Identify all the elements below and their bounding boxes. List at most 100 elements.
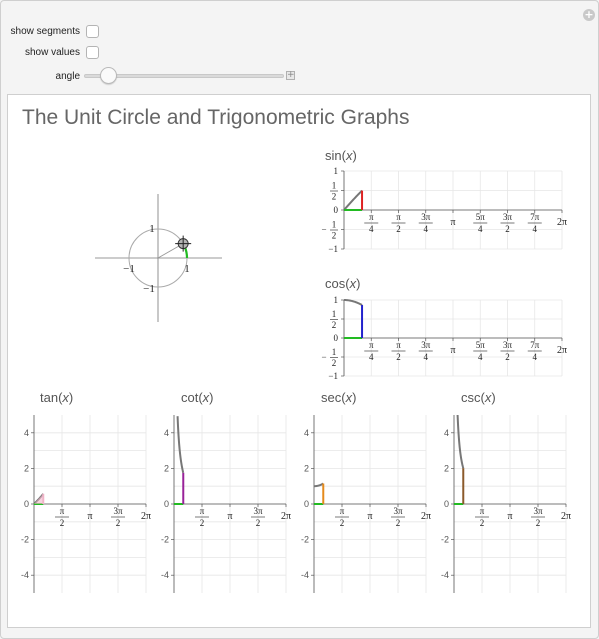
cos-title: cos(x) bbox=[325, 276, 360, 291]
xtick-label-den-2: 2 bbox=[116, 518, 121, 528]
xtick-label-num-1: π bbox=[396, 212, 401, 222]
xtick-label-num-5: 3π bbox=[503, 340, 513, 350]
ytick-label-4: −1 bbox=[328, 371, 338, 381]
title-fn: sec( bbox=[321, 390, 346, 405]
cot-plot: cot(x)420-2-4π2π 3π22π bbox=[161, 390, 291, 593]
xtick-label-den-4: 4 bbox=[478, 224, 483, 234]
xtick-label-num-2: 3π bbox=[533, 506, 543, 516]
xtick-label-den-6: 4 bbox=[532, 224, 537, 234]
xtick-label-num-2: 3π bbox=[113, 506, 123, 516]
title-fn: sin( bbox=[325, 148, 347, 163]
xtick-label-den-0: 2 bbox=[340, 518, 345, 528]
xtick-label-den-4: 4 bbox=[478, 352, 483, 362]
xtick-label-1: π bbox=[87, 511, 92, 522]
ytick-label-den-1: 2 bbox=[332, 320, 337, 330]
xtick-label-7: 2π bbox=[557, 345, 567, 356]
ytick-label-num-1: 1 bbox=[332, 309, 337, 319]
ytick-label-1: 2 bbox=[24, 463, 29, 473]
tick-label-pos-y: 1 bbox=[149, 223, 155, 235]
xtick-label-num-2: 3π bbox=[421, 212, 431, 222]
xtick-label-1: π bbox=[227, 511, 232, 522]
xtick-label-den-2: 4 bbox=[423, 224, 428, 234]
cos-curve bbox=[344, 299, 363, 306]
xtick-label-num-5: 3π bbox=[503, 212, 513, 222]
ytick-label-0: 4 bbox=[444, 428, 449, 438]
xtick-label-num-0: π bbox=[369, 340, 374, 350]
xtick-label-den-2: 2 bbox=[396, 518, 401, 528]
ytick-label-2: 0 bbox=[334, 205, 339, 215]
ytick-label-num-3: 1 bbox=[332, 220, 337, 230]
sin-plot: sin(x)112012−−1π4π23π4π 5π43π27π42π bbox=[321, 148, 567, 254]
ytick-label-0: 1 bbox=[334, 295, 339, 305]
ytick-label-den-3: 2 bbox=[332, 358, 337, 368]
tick-label-pos-x: 1 bbox=[184, 263, 190, 275]
csc-curve bbox=[456, 414, 465, 469]
xtick-label-num-1: π bbox=[396, 340, 401, 350]
ytick-label-num-3: 1 bbox=[332, 347, 337, 357]
ytick-label-3: -2 bbox=[301, 535, 309, 545]
xtick-label-den-0: 2 bbox=[480, 518, 485, 528]
cos-plot: cos(x)112012−−1π4π23π4π 5π43π27π42π bbox=[321, 276, 567, 381]
ytick-label-2: 0 bbox=[24, 499, 29, 509]
xtick-label-num-4: 5π bbox=[476, 212, 486, 222]
title-fn: tan( bbox=[40, 390, 63, 405]
title-close: ) bbox=[69, 390, 73, 405]
ytick-label-0: 1 bbox=[334, 166, 339, 176]
xtick-label-1: π bbox=[507, 511, 512, 522]
tan-title: tan(x) bbox=[40, 390, 73, 405]
sec-title: sec(x) bbox=[321, 390, 356, 405]
xtick-label-num-0: π bbox=[369, 212, 374, 222]
xtick-label-num-0: π bbox=[200, 506, 205, 516]
csc-plot: csc(x)420-2-4π2π 3π22π bbox=[441, 390, 571, 593]
cot-curve bbox=[176, 416, 185, 474]
ytick-label-2: 0 bbox=[444, 499, 449, 509]
ytick-label-sign-3: − bbox=[321, 225, 326, 235]
title-fn: cos( bbox=[325, 276, 350, 291]
xtick-label-3: 2π bbox=[141, 511, 151, 522]
xtick-label-num-2: 3π bbox=[421, 340, 431, 350]
ytick-label-1: 2 bbox=[444, 463, 449, 473]
xtick-label-num-2: 3π bbox=[253, 506, 263, 516]
ytick-label-3: -2 bbox=[21, 535, 29, 545]
cot-title: cot(x) bbox=[181, 390, 214, 405]
tick-label-neg-x: −1 bbox=[123, 263, 135, 275]
ytick-label-den-1: 2 bbox=[332, 192, 337, 202]
ytick-label-4: -4 bbox=[441, 570, 449, 580]
xtick-label-3: 2π bbox=[421, 511, 431, 522]
xtick-label-num-2: 3π bbox=[393, 506, 403, 516]
ytick-label-3: -2 bbox=[161, 535, 169, 545]
xtick-label-num-0: π bbox=[480, 506, 485, 516]
xtick-label-den-5: 2 bbox=[505, 352, 510, 362]
xtick-label-3: π bbox=[450, 345, 455, 356]
xtick-label-num-4: 5π bbox=[476, 340, 486, 350]
ytick-label-den-3: 2 bbox=[332, 231, 337, 241]
xtick-label-1: π bbox=[367, 511, 372, 522]
ytick-label-0: 4 bbox=[164, 428, 169, 438]
xtick-label-den-0: 4 bbox=[369, 352, 374, 362]
xtick-label-den-0: 4 bbox=[369, 224, 374, 234]
xtick-label-den-2: 2 bbox=[256, 518, 261, 528]
sin-curve bbox=[343, 189, 363, 211]
ytick-label-2: 0 bbox=[304, 499, 309, 509]
ytick-label-4: −1 bbox=[328, 244, 338, 254]
tan-plot: tan(x)420-2-4π2π 3π22π bbox=[21, 390, 151, 593]
ytick-label-0: 4 bbox=[24, 428, 29, 438]
graphics-canvas: 1−1 1−1sin(x)112012−−1π4π23π4π 5π43π27π42π… bbox=[21, 148, 571, 593]
ytick-label-num-1: 1 bbox=[332, 181, 337, 191]
ytick-label-sign-3: − bbox=[321, 352, 326, 362]
ytick-label-1: 2 bbox=[304, 463, 309, 473]
title-close: ) bbox=[352, 390, 356, 405]
title-close: ) bbox=[491, 390, 495, 405]
xtick-label-7: 2π bbox=[557, 217, 567, 228]
ytick-label-0: 4 bbox=[304, 428, 309, 438]
sec-plot: sec(x)420-2-4π2π 3π22π bbox=[301, 390, 431, 593]
title-close: ) bbox=[352, 148, 356, 163]
xtick-label-den-0: 2 bbox=[200, 518, 205, 528]
ytick-label-2: 0 bbox=[164, 499, 169, 509]
tick-label-neg-y: −1 bbox=[143, 283, 155, 295]
title-fn: csc( bbox=[461, 390, 486, 405]
xtick-label-3: π bbox=[450, 217, 455, 228]
xtick-label-3: 2π bbox=[561, 511, 571, 522]
xtick-label-num-6: 7π bbox=[530, 212, 540, 222]
title-fn: cot( bbox=[181, 390, 203, 405]
